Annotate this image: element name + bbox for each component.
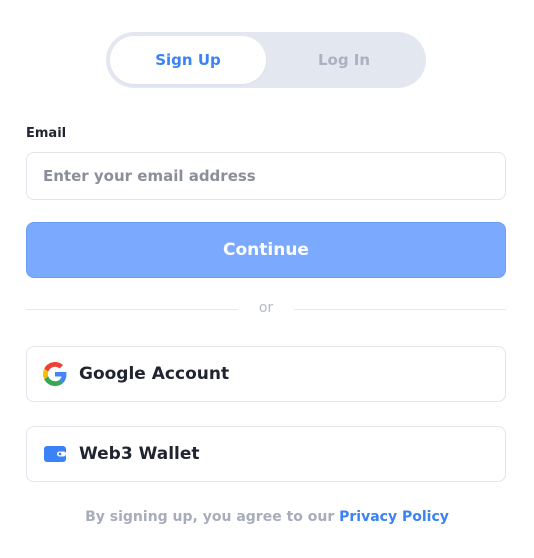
continue-button[interactable]: Continue [26,222,506,278]
google-icon [43,362,67,386]
email-field[interactable] [26,152,506,200]
terms-footer: By signing up, you agree to our Privacy … [0,509,534,525]
google-account-button[interactable]: Google Account [26,346,506,402]
wallet-icon [43,442,67,466]
divider-line-right [294,309,506,310]
web3-wallet-label: Web3 Wallet [79,444,200,464]
privacy-policy-link[interactable]: Privacy Policy [339,509,449,525]
web3-wallet-button[interactable]: Web3 Wallet [26,426,506,482]
terms-text: By signing up, you agree to our [85,509,335,525]
google-account-label: Google Account [79,364,230,384]
email-label: Email [26,126,67,141]
signup-page: Sign Up Log In Email Continue or Google … [0,0,534,558]
tab-log-in[interactable]: Log In [266,36,422,84]
auth-tab-switcher: Sign Up Log In [106,32,426,88]
divider-or: or [258,300,274,316]
tab-sign-up[interactable]: Sign Up [110,36,266,84]
divider-line-left [26,309,238,310]
